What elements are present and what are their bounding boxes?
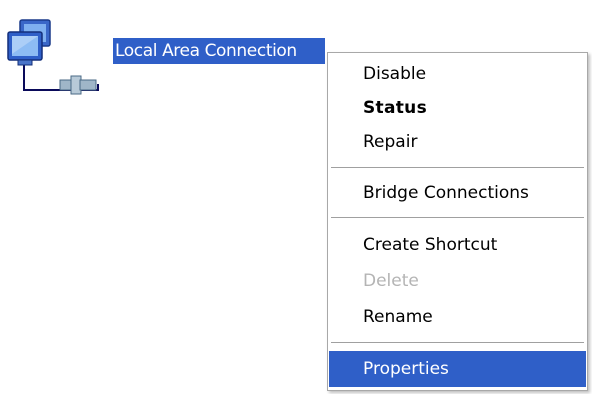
context-menu: Disable Status Repair Bridge Connections… xyxy=(327,52,588,391)
menu-item-disable[interactable]: Disable xyxy=(329,56,586,92)
menu-separator xyxy=(331,217,584,218)
menu-item-properties[interactable]: Properties xyxy=(329,351,586,387)
menu-separator xyxy=(331,167,584,168)
menu-item-create-shortcut[interactable]: Create Shortcut xyxy=(329,227,586,263)
network-connection-icon[interactable] xyxy=(6,16,110,102)
connection-name-label[interactable]: Local Area Connection xyxy=(113,38,325,64)
menu-item-repair[interactable]: Repair xyxy=(329,124,586,160)
menu-item-delete[interactable]: Delete xyxy=(329,263,586,299)
menu-item-rename[interactable]: Rename xyxy=(329,299,586,335)
desktop-area: Local Area Connection Disable Status Rep… xyxy=(0,0,592,394)
menu-separator xyxy=(331,342,584,343)
menu-item-bridge-connections[interactable]: Bridge Connections xyxy=(329,175,586,211)
menu-item-status[interactable]: Status xyxy=(329,90,586,126)
